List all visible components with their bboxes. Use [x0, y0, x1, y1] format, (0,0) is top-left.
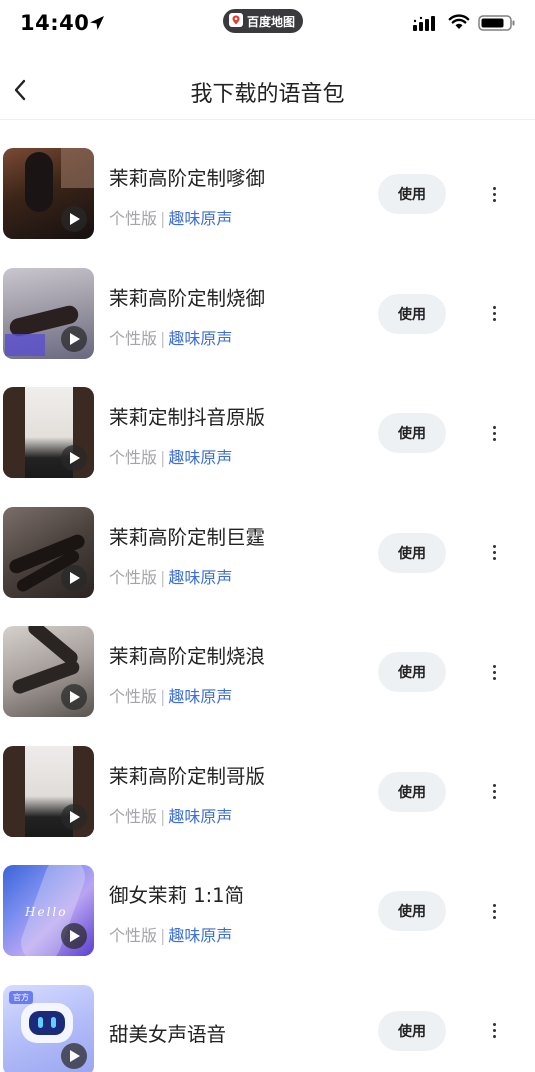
voice-pack-item[interactable]: Hello 御女茉莉 1:1简 个性版 | 趣味原声 使用 — [0, 852, 535, 972]
voice-pack-item[interactable]: 官方 甜美女声语音 使用 — [0, 972, 535, 1072]
edition-tag: 个性版 — [109, 328, 158, 348]
tag-separator: | — [160, 926, 166, 945]
cellular-signal-icon — [413, 16, 435, 31]
play-preview-button[interactable] — [61, 564, 87, 591]
voice-pack-name: 茉莉定制抖音原版 — [109, 406, 266, 429]
category-tag: 趣味原声 — [168, 209, 233, 228]
app-pill-label: 百度地图 — [247, 14, 296, 29]
status-time: 14:40 — [20, 11, 90, 35]
voice-pack-item[interactable]: 茉莉高阶定制烧浪 个性版 | 趣味原声 使用 — [0, 613, 535, 733]
use-button[interactable]: 使用 — [378, 652, 446, 692]
more-options-icon[interactable] — [483, 777, 505, 807]
play-icon — [70, 691, 80, 703]
category-tag: 趣味原声 — [168, 567, 233, 587]
robot-mascot-icon — [21, 1002, 73, 1043]
edition-tag: 个性版 — [109, 448, 158, 467]
official-badge: 官方 — [9, 990, 33, 1004]
voice-pack-item[interactable]: 茉莉定制抖音原版 个性版 | 趣味原声 使用 — [0, 374, 535, 494]
play-icon — [70, 810, 80, 823]
voice-pack-tags: 个性版 | 趣味原声 — [109, 803, 232, 827]
location-arrow-icon — [90, 16, 104, 30]
voice-pack-thumbnail — [3, 506, 94, 598]
edition-tag: 个性版 — [109, 926, 158, 945]
voice-pack-thumbnail — [3, 626, 94, 717]
category-tag: 趣味原声 — [168, 926, 233, 945]
edition-tag: 个性版 — [109, 209, 158, 228]
map-pin-icon — [229, 13, 243, 27]
more-options-icon[interactable] — [483, 299, 505, 329]
voice-pack-name: 茉莉高阶定制烧浪 — [109, 645, 266, 668]
voice-pack-name: 茉莉高阶定制哥版 — [109, 764, 266, 788]
category-tag: 趣味原声 — [168, 448, 233, 467]
play-preview-button[interactable] — [61, 206, 87, 232]
voice-pack-tags: 个性版 | 趣味原声 — [109, 205, 232, 229]
tag-separator: | — [160, 567, 166, 587]
more-options-icon[interactable] — [483, 179, 505, 209]
voice-pack-thumbnail — [3, 148, 94, 239]
voice-pack-name: 甜美女声语音 — [109, 1022, 227, 1046]
voice-pack-thumbnail — [3, 745, 94, 837]
play-icon — [70, 1049, 80, 1062]
voice-pack-name: 茉莉高阶定制烧御 — [109, 286, 266, 310]
nav-bar: 我下载的语音包 — [0, 60, 535, 120]
back-to-app-pill[interactable]: 百度地图 — [223, 9, 304, 33]
category-tag: 趣味原声 — [168, 328, 233, 348]
thumbnail-text: Hello — [25, 905, 68, 919]
tag-separator: | — [160, 328, 166, 348]
voice-pack-thumbnail: 官方 — [3, 984, 94, 1072]
voice-pack-list: 茉莉高阶定制嗲御 个性版 | 趣味原声 使用 茉莉高阶定制烧御 个性版 | 趣味原声 使… — [0, 135, 535, 1072]
more-options-icon[interactable] — [483, 538, 505, 568]
play-icon — [70, 213, 80, 225]
voice-pack-name: 茉莉高阶定制巨霆 — [109, 525, 266, 549]
voice-pack-thumbnail: Hello — [3, 865, 94, 956]
edition-tag: 个性版 — [109, 567, 158, 587]
use-button[interactable]: 使用 — [378, 413, 446, 453]
voice-pack-name: 茉莉高阶定制嗲御 — [109, 167, 266, 190]
edition-tag: 个性版 — [109, 687, 158, 706]
voice-pack-item[interactable]: 茉莉高阶定制烧御 个性版 | 趣味原声 使用 — [0, 255, 535, 375]
voice-pack-tags: 个性版 | 趣味原声 — [109, 922, 232, 946]
more-options-icon[interactable] — [483, 657, 505, 687]
voice-pack-tags: 个性版 | 趣味原声 — [109, 683, 232, 707]
use-button[interactable]: 使用 — [378, 1010, 446, 1051]
voice-pack-thumbnail — [3, 387, 94, 478]
voice-pack-thumbnail — [3, 267, 94, 359]
voice-pack-item[interactable]: 茉莉高阶定制嗲御 个性版 | 趣味原声 使用 — [0, 135, 535, 255]
play-preview-button[interactable] — [61, 684, 87, 710]
voice-pack-name: 御女茉莉 1:1简 — [109, 884, 245, 907]
voice-pack-item[interactable]: 茉莉高阶定制哥版 个性版 | 趣味原声 使用 — [0, 733, 535, 853]
more-options-icon[interactable] — [483, 418, 505, 448]
more-options-icon[interactable] — [483, 1016, 505, 1046]
tag-separator: | — [160, 448, 166, 467]
voice-pack-item[interactable]: 茉莉高阶定制巨霆 个性版 | 趣味原声 使用 — [0, 494, 535, 614]
use-button[interactable]: 使用 — [378, 174, 446, 214]
status-bar: 14:40 百度地图 — [0, 0, 535, 48]
play-preview-button[interactable] — [61, 325, 87, 352]
use-button[interactable]: 使用 — [378, 771, 446, 812]
play-preview-button[interactable] — [61, 1042, 87, 1069]
use-button[interactable]: 使用 — [378, 891, 446, 931]
play-icon — [70, 571, 80, 584]
tag-separator: | — [160, 806, 166, 826]
category-tag: 趣味原声 — [168, 806, 233, 826]
battery-icon — [478, 15, 515, 31]
voice-pack-tags: 个性版 | 趣味原声 — [109, 564, 232, 588]
use-button[interactable]: 使用 — [378, 293, 446, 334]
voice-pack-tags: 个性版 | 趣味原声 — [109, 444, 232, 468]
play-preview-button[interactable] — [61, 803, 87, 830]
wifi-icon — [448, 14, 470, 29]
category-tag: 趣味原声 — [168, 687, 233, 706]
tag-separator: | — [160, 687, 166, 706]
voice-pack-tags: 个性版 | 趣味原声 — [109, 325, 232, 349]
play-icon — [70, 332, 80, 345]
play-icon — [70, 452, 80, 464]
tag-separator: | — [160, 209, 166, 228]
play-icon — [70, 930, 80, 942]
play-preview-button[interactable] — [61, 445, 87, 471]
more-options-icon[interactable] — [483, 896, 505, 926]
play-preview-button[interactable] — [61, 923, 87, 949]
page-title: 我下载的语音包 — [190, 82, 345, 107]
edition-tag: 个性版 — [109, 806, 158, 826]
use-button[interactable]: 使用 — [378, 532, 446, 573]
